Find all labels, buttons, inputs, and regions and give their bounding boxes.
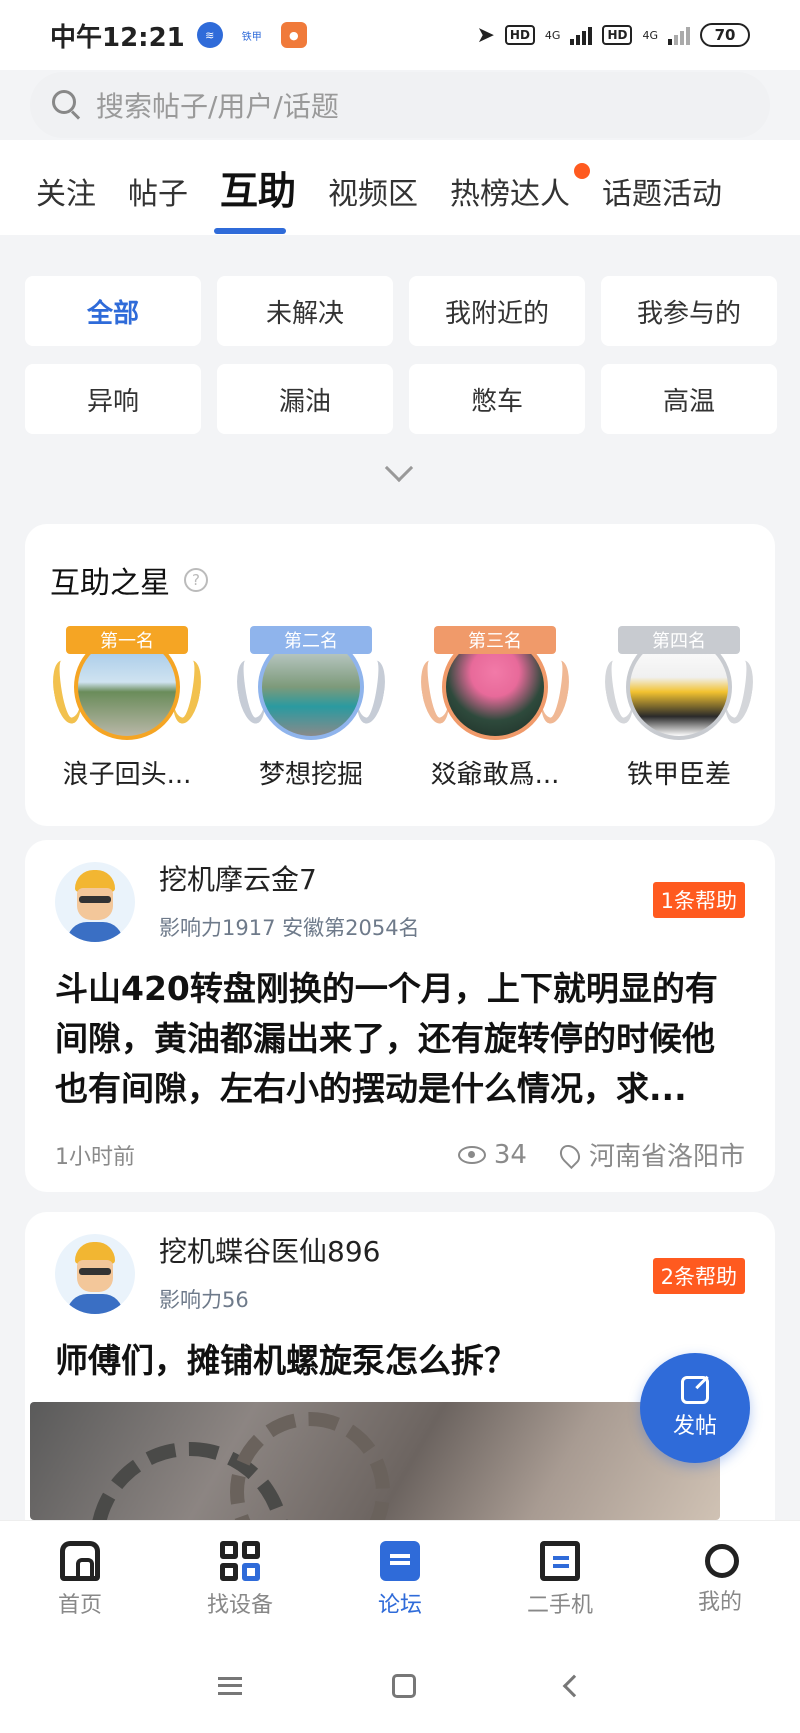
new-dot-badge	[574, 163, 591, 179]
filter-oil-leak[interactable]: 漏油	[217, 364, 393, 434]
home-square-icon[interactable]	[392, 1673, 416, 1698]
tiejia-notification-icon: 铁甲	[234, 22, 269, 48]
post-views: 34	[493, 1139, 527, 1170]
star-item[interactable]: 第四名 铁甲臣差	[587, 624, 771, 791]
filter-all[interactable]: 全部	[25, 276, 201, 346]
filter-high-temp[interactable]: 高温	[601, 364, 777, 434]
tab-topics[interactable]: 话题活动	[602, 169, 722, 213]
post-footer: 1小时前 34 河南省洛阳市	[55, 1136, 745, 1173]
chevron-down-icon[interactable]	[384, 453, 415, 488]
nav-forum-label: 论坛	[377, 1592, 422, 1618]
filter-abnormal-noise[interactable]: 异响	[25, 364, 201, 434]
post-card[interactable]: 挖机摩云金7 影响力1917 安徽第2054名 1条帮助 斗山420转盘刚换的一…	[25, 840, 775, 1192]
document-icon	[540, 1540, 580, 1581]
rank-ribbon: 第二名	[250, 626, 372, 654]
filter-chips: 全部 未解决 我附近的 我参与的 异响 漏油 憋车 高温	[25, 276, 777, 434]
stars-row: 第一名 浪子回头... 第二名 梦想挖掘 第三名 㸚爺敢爲... 第四名 铁甲臣…	[35, 624, 771, 791]
edit-icon	[681, 1376, 709, 1404]
gold-medal-icon: 第一名	[48, 624, 206, 740]
hd-badge-1: HD	[504, 25, 535, 45]
rank-ribbon: 第四名	[618, 626, 740, 654]
tab-bar: 关注 帖子 互助 视频区 热榜达人 话题活动	[0, 140, 800, 235]
tab-hot-list[interactable]: 热榜达人	[450, 163, 591, 213]
post-title[interactable]: 师傅们，摊铺机螺旋泵怎么拆？	[55, 1336, 745, 1386]
app-notification-icon: ≋	[196, 22, 223, 48]
help-count-badge: 1条帮助	[652, 882, 745, 918]
nav-me-label: 我的	[697, 1589, 742, 1615]
stars-title: 互助之星 ?	[50, 558, 208, 602]
net-type-2: 4G	[642, 28, 658, 42]
nav-used-machines-label: 二手机	[526, 1592, 593, 1618]
help-count-badge: 2条帮助	[652, 1258, 745, 1294]
post-user-meta: 影响力1917 安徽第2054名	[159, 916, 420, 940]
silver-medal-icon: 第二名	[232, 624, 390, 740]
search-icon	[52, 90, 82, 120]
star-name: 㸚爺敢爲...	[430, 760, 560, 790]
filter-stall[interactable]: 憋车	[409, 364, 585, 434]
bronze-medal-icon: 第三名	[416, 624, 574, 740]
tab-posts[interactable]: 帖子	[128, 169, 188, 213]
nav-home-label: 首页	[57, 1592, 102, 1618]
signal-icon-1	[570, 25, 593, 45]
grid-search-icon	[220, 1540, 260, 1581]
search-placeholder: 搜索帖子/用户/话题	[96, 90, 339, 123]
location-pin-icon	[555, 1140, 585, 1169]
star-item[interactable]: 第二名 梦想挖掘	[219, 624, 403, 791]
avatar[interactable]	[55, 1234, 135, 1314]
nav-find-equipment[interactable]: 找设备	[160, 1521, 320, 1638]
nav-me[interactable]: 我的	[640, 1521, 800, 1638]
rank-ribbon: 第一名	[66, 626, 188, 654]
system-nav-bar	[0, 1638, 800, 1733]
chat-icon	[380, 1540, 420, 1581]
nav-forum[interactable]: 论坛	[320, 1521, 480, 1638]
user-icon	[704, 1543, 739, 1578]
post-username[interactable]: 挖机摩云金7	[159, 858, 317, 898]
active-tab-indicator	[214, 228, 286, 234]
post-username[interactable]: 挖机蝶谷医仙896	[159, 1230, 380, 1270]
star-name: 铁甲臣差	[626, 760, 731, 790]
bottom-nav: 首页 找设备 论坛 二手机 我的	[0, 1520, 800, 1638]
hd-badge-2: HD	[602, 25, 633, 45]
star-name: 梦想挖掘	[258, 760, 363, 790]
tab-mutual-help[interactable]: 互助	[220, 160, 296, 215]
create-post-label: 发帖	[672, 1414, 717, 1439]
post-image[interactable]	[30, 1402, 720, 1520]
star-item[interactable]: 第三名 㸚爺敢爲...	[403, 624, 587, 791]
search-input[interactable]: 搜索帖子/用户/话题	[30, 72, 770, 138]
create-post-button[interactable]: 发帖	[640, 1353, 750, 1463]
post-time: 1小时前	[55, 1144, 135, 1170]
filter-nearby[interactable]: 我附近的	[409, 276, 585, 346]
back-icon[interactable]	[562, 1674, 586, 1697]
chat-notification-icon: ●	[280, 22, 307, 48]
battery-indicator: 70	[700, 23, 750, 47]
rank-ribbon: 第三名	[434, 626, 556, 654]
post-user-meta: 影响力56	[159, 1288, 249, 1312]
stars-title-text: 互助之星	[50, 566, 170, 601]
avatar[interactable]	[55, 862, 135, 942]
eye-icon	[457, 1145, 486, 1164]
filter-participated[interactable]: 我参与的	[601, 276, 777, 346]
status-bar: 中午12:21 ≋ 铁甲 ● ➤ HD 4G HD 4G 70	[0, 0, 800, 70]
mutual-help-stars-card: 互助之星 ? 第一名 浪子回头... 第二名 梦想挖掘 第三名 㸚爺敢爲... …	[25, 524, 775, 826]
tab-hot-list-label: 热榜达人	[450, 177, 571, 212]
nav-used-machines[interactable]: 二手机	[480, 1521, 640, 1638]
signal-icon-2	[668, 25, 690, 45]
menu-icon[interactable]	[218, 1676, 242, 1695]
grey-medal-icon: 第四名	[600, 624, 758, 740]
tab-video[interactable]: 视频区	[328, 169, 418, 213]
tab-follow[interactable]: 关注	[36, 169, 96, 213]
net-type-1: 4G	[544, 28, 561, 42]
star-item[interactable]: 第一名 浪子回头...	[35, 624, 219, 791]
post-title[interactable]: 斗山420转盘刚换的一个月，上下就明显的有间隙，黄油都漏出来了，还有旋转停的时候…	[55, 964, 745, 1114]
location-icon: ➤	[476, 22, 495, 48]
nav-find-equipment-label: 找设备	[206, 1592, 273, 1618]
home-icon	[60, 1540, 100, 1581]
status-time: 中午12:21	[50, 22, 185, 53]
help-icon[interactable]: ?	[184, 568, 208, 592]
post-location: 河南省洛阳市	[588, 1142, 745, 1172]
filter-unsolved[interactable]: 未解决	[217, 276, 393, 346]
nav-home[interactable]: 首页	[0, 1521, 160, 1638]
star-name: 浪子回头...	[62, 760, 192, 790]
